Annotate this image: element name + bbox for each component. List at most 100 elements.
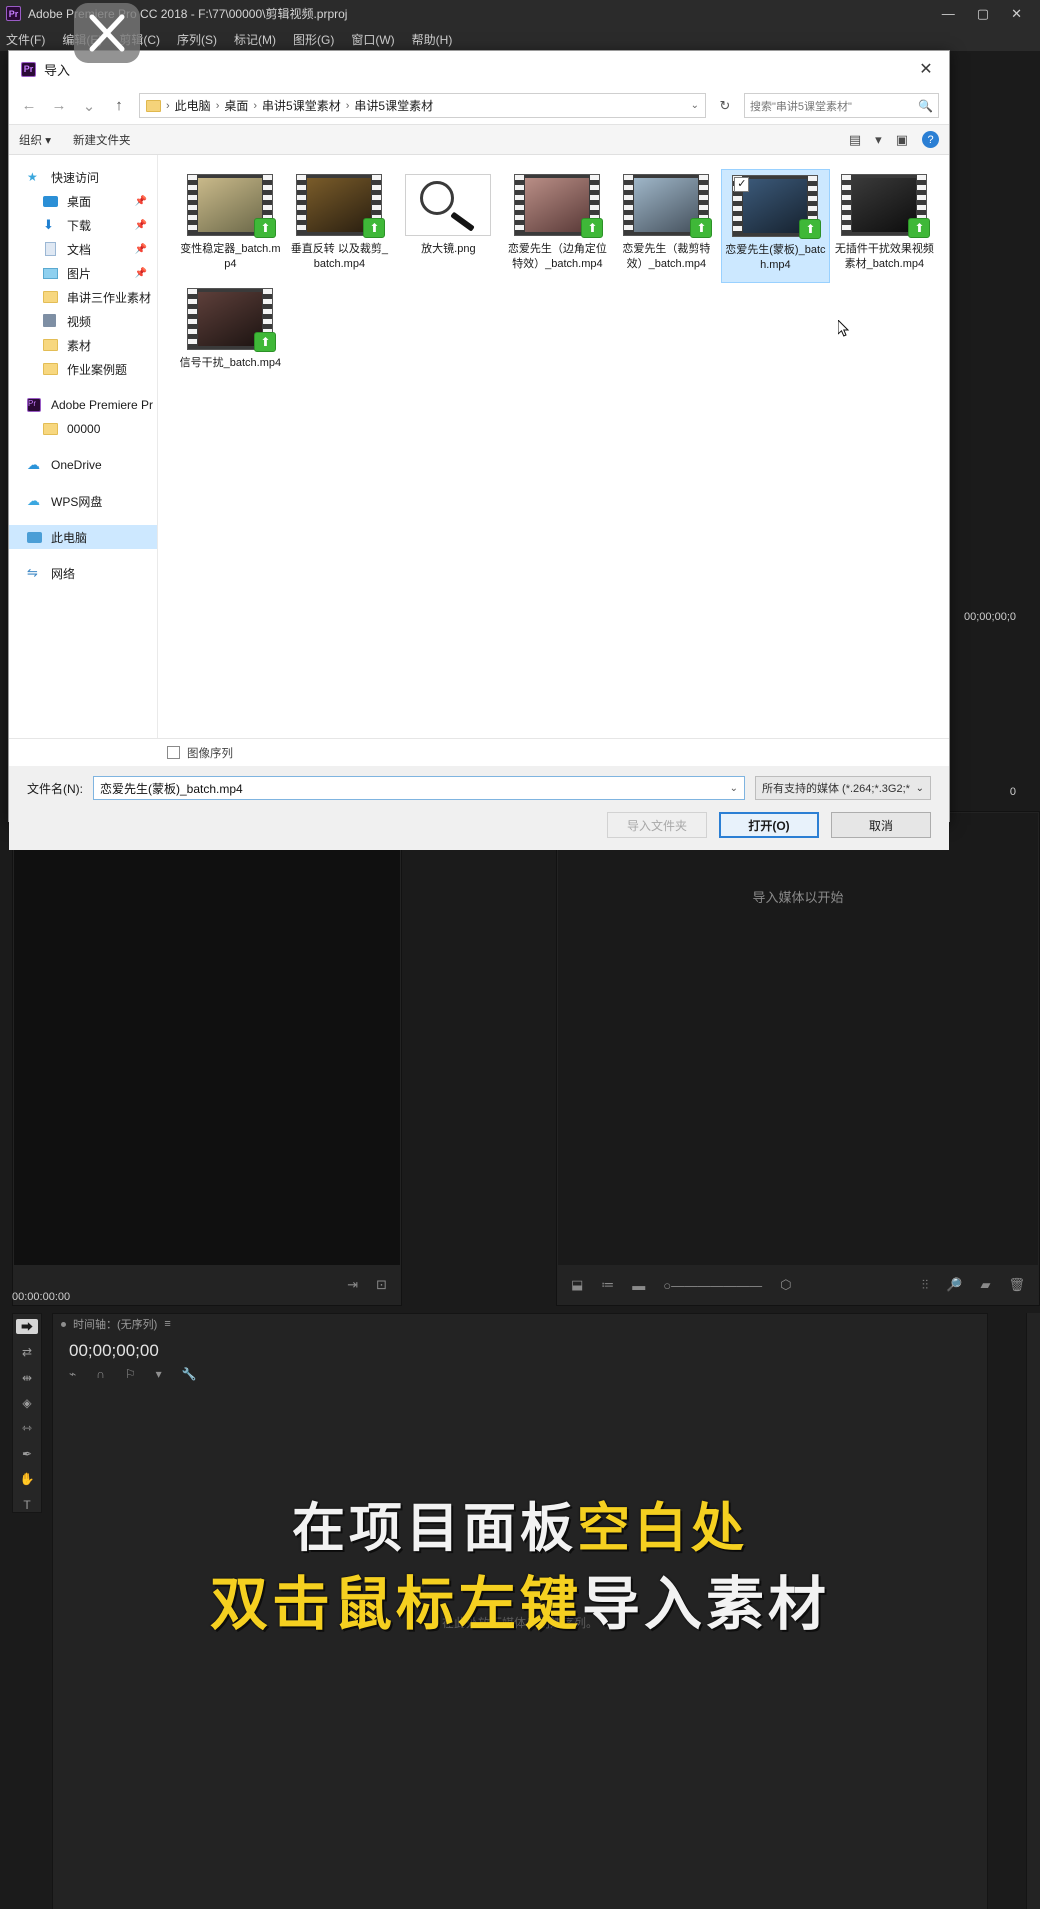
fit-icon[interactable]: ⫶⫶ xyxy=(922,1277,929,1293)
file-item[interactable]: 放大镜.png xyxy=(394,169,503,283)
back-button[interactable]: ← xyxy=(19,97,39,114)
pin-icon[interactable]: 📌 xyxy=(134,268,146,279)
dialog-sidebar[interactable]: ★ 快速访问 桌面 📌 ⬇ 下载 📌 文档 📌 图片 📌 串讲三作业素材 视频 素材 作业案例题 Pr Adob… xyxy=(9,155,158,738)
settings-icon[interactable]: ≔ xyxy=(601,1277,614,1293)
file-checkbox[interactable]: ✓ xyxy=(734,177,750,192)
file-item[interactable]: ⬆ 垂直反转 以及裁剪_batch.mp4 xyxy=(285,169,394,283)
menu-marker[interactable]: 标记(M) xyxy=(234,31,276,48)
program-monitor-panel[interactable]: 导入媒体以开始 ⬓ ≔ ▬ ○——————— ⬡ ⫶⫶ 🔎 ▰ 🗑 xyxy=(556,811,1040,1306)
timeline-tab[interactable]: 时间轴：(无序列) ≡ xyxy=(53,1314,987,1334)
pen-tool-icon[interactable]: ✒ xyxy=(16,1447,38,1461)
sidebar-item-2[interactable]: ⬇ 下载 📌 xyxy=(9,213,157,237)
razor-tool-icon[interactable]: ◈ xyxy=(16,1396,38,1410)
refresh-icon[interactable]: ↻ xyxy=(716,98,734,114)
tools-panel[interactable]: ⮕ ⇄ ⇹ ◈ ⇿ ✒ ✋ T xyxy=(12,1313,42,1513)
close-button[interactable]: ✕ xyxy=(1011,6,1022,22)
wrench-icon[interactable]: 🔧 xyxy=(182,1367,197,1381)
breadcrumb-item-3[interactable]: 串讲5课堂素材 xyxy=(354,97,433,114)
step-back-icon[interactable]: ⇥ xyxy=(347,1277,358,1293)
recorder-overlay-close-icon[interactable] xyxy=(74,3,140,63)
slip-tool-icon[interactable]: ⇿ xyxy=(16,1421,38,1435)
marker-icon[interactable]: ⚐ xyxy=(125,1367,136,1381)
breadcrumb-item-2[interactable]: 串讲5课堂素材 xyxy=(262,97,341,114)
menu-help[interactable]: 帮助(H) xyxy=(412,31,453,48)
hand-tool-icon[interactable]: ✋ xyxy=(16,1472,38,1486)
marker-icon[interactable]: ⬓ xyxy=(571,1277,583,1293)
file-item[interactable]: ⬆ 恋爱先生（裁剪特效）_batch.mp4 xyxy=(612,169,721,283)
file-item[interactable]: ⬆ 恋爱先生（边角定位特效）_batch.mp4 xyxy=(503,169,612,283)
source-monitor-panel[interactable]: ⇥ ⊡ xyxy=(12,811,402,1306)
track-select-tool-icon[interactable]: ⇄ xyxy=(16,1345,38,1359)
open-button[interactable]: 打开(O) xyxy=(719,812,819,838)
view-mode-icon[interactable]: ▤ xyxy=(849,132,861,148)
chevron-down-icon[interactable]: ⌄ xyxy=(730,783,738,794)
add-marker-icon[interactable]: ▾ xyxy=(156,1367,162,1381)
preview-pane-icon[interactable]: ▣ xyxy=(896,132,908,148)
breadcrumb-item-0[interactable]: 此电脑 xyxy=(175,97,211,114)
file-item[interactable]: ⬆ 信号干扰_batch.mp4 xyxy=(176,283,285,381)
chevron-down-icon[interactable]: ▾ xyxy=(875,132,882,148)
recent-locations-button[interactable]: ⌄ xyxy=(79,97,99,115)
linked-selection-icon[interactable]: ∩ xyxy=(96,1367,105,1381)
sidebar-item-5[interactable]: 串讲三作业素材 xyxy=(9,285,157,309)
breadcrumb-item-1[interactable]: 桌面 xyxy=(224,97,248,114)
export-frame-icon[interactable]: ⊡ xyxy=(376,1277,387,1293)
sidebar-item-1[interactable]: 桌面 📌 xyxy=(9,189,157,213)
sidebar-item-8[interactable]: 作业案例题 xyxy=(9,357,157,381)
sidebar-item-11[interactable]: ☁ OneDrive xyxy=(9,453,157,477)
import-dialog[interactable]: Pr 导入 ✕ ← → ⌄ ↑ › 此电脑 › 桌面 › 串讲5课堂素材 › 串… xyxy=(8,50,950,850)
file-item[interactable]: ⬆ 无插件干扰效果视频素材_batch.mp4 xyxy=(830,169,939,283)
sidebar-item-12[interactable]: ☁ WPS网盘 xyxy=(9,489,157,513)
sidebar-item-6[interactable]: 视频 xyxy=(9,309,157,333)
button-editor-icon[interactable]: ⬡ xyxy=(780,1277,791,1293)
image-sequence-checkbox[interactable] xyxy=(167,746,180,759)
breadcrumb[interactable]: › 此电脑 › 桌面 › 串讲5课堂素材 › 串讲5课堂素材 ⌄ xyxy=(139,93,706,118)
sidebar-item-7[interactable]: 素材 xyxy=(9,333,157,357)
filetype-select[interactable]: 所有支持的媒体 (*.264;*.3G2;* ⌄ xyxy=(755,776,931,800)
pin-icon[interactable]: 📌 xyxy=(134,220,146,231)
cancel-button[interactable]: 取消 xyxy=(831,812,931,838)
search-input[interactable]: 搜索"串讲5课堂素材" 🔍 xyxy=(744,93,939,118)
sidebar-item-14[interactable]: ⇋ 网络 xyxy=(9,561,157,585)
import-folder-button[interactable]: 导入文件夹 xyxy=(607,812,707,838)
sidebar-item-13[interactable]: 此电脑 xyxy=(9,525,157,549)
snap-icon[interactable]: ⌁ xyxy=(69,1367,76,1381)
timeline-panel[interactable]: 时间轴：(无序列) ≡ 00;00;00;00 ⌁ ∩ ⚐ ▾ 🔧 在此处放下媒… xyxy=(52,1313,988,1909)
maximize-button[interactable]: ▢ xyxy=(977,6,989,22)
menu-file[interactable]: 文件(F) xyxy=(6,31,45,48)
organize-button[interactable]: 组织 ▾ xyxy=(19,132,51,148)
menu-sequence[interactable]: 序列(S) xyxy=(177,31,217,48)
dialog-close-button[interactable]: ✕ xyxy=(903,51,949,87)
minimize-button[interactable]: — xyxy=(942,6,955,21)
new-folder-button[interactable]: 新建文件夹 xyxy=(73,132,131,148)
menu-graphics[interactable]: 图形(G) xyxy=(293,31,334,48)
file-item[interactable]: ⬆ 变性稳定器_batch.mp4 xyxy=(176,169,285,283)
sidebar-item-10[interactable]: 00000 xyxy=(9,417,157,441)
sidebar-item-4[interactable]: 图片 📌 xyxy=(9,261,157,285)
file-item[interactable]: ⬆ ✓ 恋爱先生(蒙板)_batch.mp4 xyxy=(720,169,830,284)
selection-tool-icon[interactable]: ⮕ xyxy=(16,1319,38,1334)
tab-menu-icon[interactable]: ≡ xyxy=(164,1318,170,1330)
sidebar-item-0[interactable]: ★ 快速访问 xyxy=(9,165,157,189)
trash-icon[interactable]: 🗑 xyxy=(1008,1277,1025,1293)
chevron-down-icon[interactable]: ⌄ xyxy=(691,100,699,111)
filename-input[interactable]: 恋爱先生(蒙板)_batch.mp4 ⌄ xyxy=(93,776,745,800)
ripple-edit-tool-icon[interactable]: ⇹ xyxy=(16,1370,38,1385)
zoom-slider-icon[interactable]: ○——————— xyxy=(663,1278,762,1293)
zoom-icon[interactable]: 🔎 xyxy=(946,1277,962,1293)
sidebar-item-3[interactable]: 文档 📌 xyxy=(9,237,157,261)
pin-icon[interactable]: 📌 xyxy=(134,244,146,255)
forward-button[interactable]: → xyxy=(49,97,69,114)
folder-icon[interactable]: ▰ xyxy=(980,1277,990,1293)
file-list[interactable]: ⬆ 变性稳定器_batch.mp4 ⬆ 垂直反转 以及裁剪_batch.mp4 放大镜.… xyxy=(157,155,949,738)
help-icon[interactable]: ? xyxy=(922,131,939,148)
up-button[interactable]: ↑ xyxy=(109,97,129,114)
sidebar-item-9[interactable]: Pr Adobe Premiere Pr xyxy=(9,393,157,417)
image-sequence-row[interactable]: 图像序列 xyxy=(9,738,949,766)
type-tool-icon[interactable]: T xyxy=(16,1498,38,1512)
timeline-timecode[interactable]: 00;00;00;00 xyxy=(69,1341,159,1361)
pin-icon[interactable]: 📌 xyxy=(134,196,146,207)
menu-window[interactable]: 窗口(W) xyxy=(351,31,394,48)
timeline-tools[interactable]: ⌁ ∩ ⚐ ▾ 🔧 xyxy=(69,1367,197,1381)
export-frame-icon[interactable]: ▬ xyxy=(632,1278,645,1293)
